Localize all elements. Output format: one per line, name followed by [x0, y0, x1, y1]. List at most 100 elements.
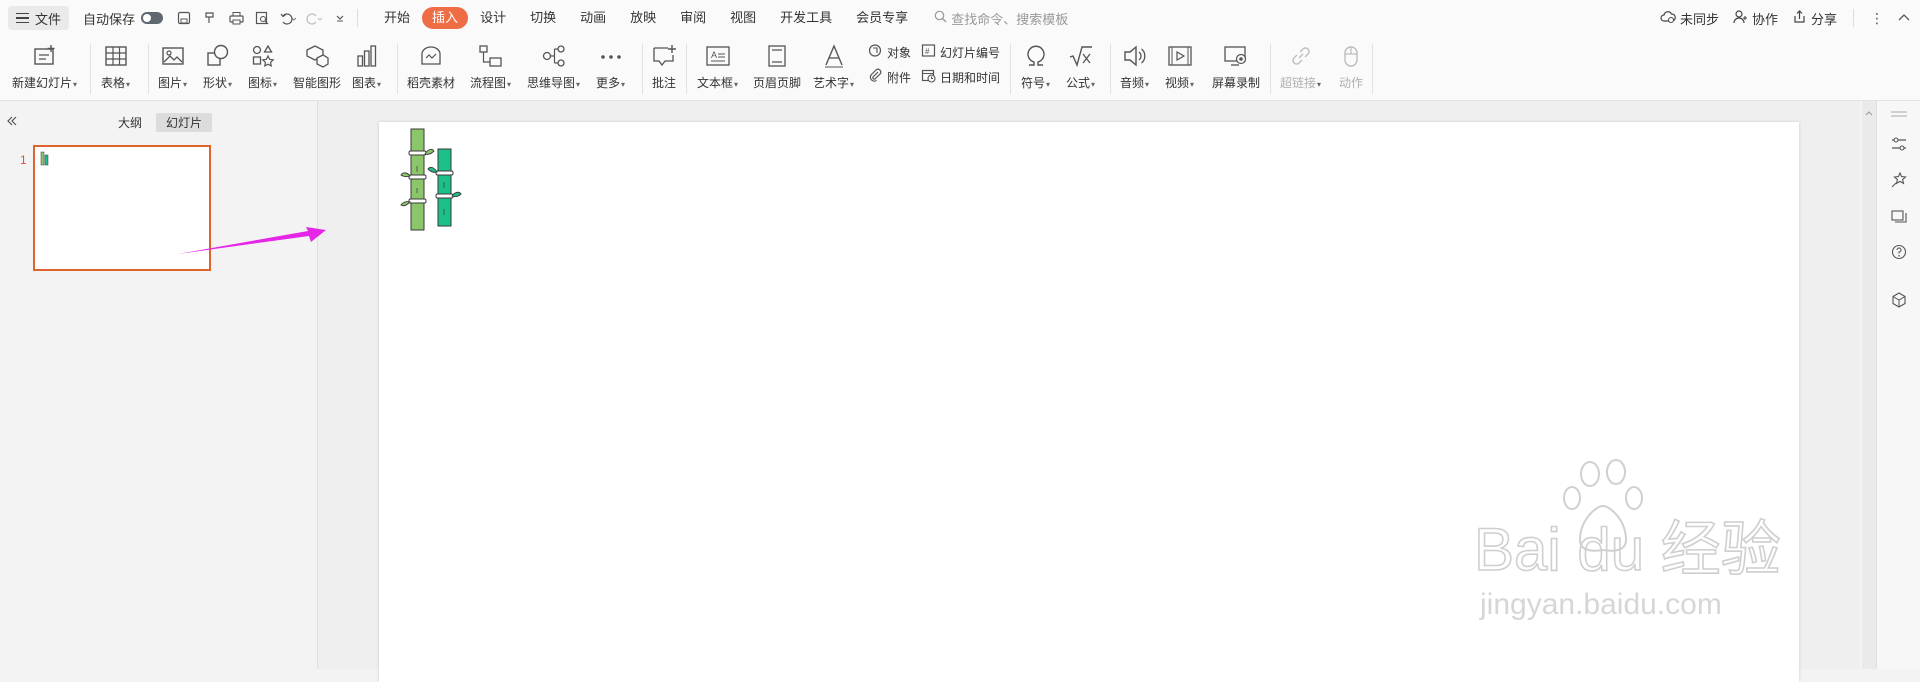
picture-button[interactable]: 图片	[158, 42, 187, 91]
object-button[interactable]: 对象	[868, 43, 911, 61]
tab-slides[interactable]: 幻灯片	[156, 113, 213, 132]
save-icon[interactable]	[175, 9, 193, 27]
chart-button[interactable]: 图表	[352, 42, 381, 91]
format-painter-icon[interactable]	[201, 9, 219, 27]
shape-button[interactable]: 形状	[203, 42, 232, 91]
symbol-label: 符号	[1021, 74, 1050, 91]
chart-label: 图表	[352, 74, 381, 91]
ribbon-divider	[1372, 44, 1373, 94]
package-cube-icon[interactable]	[1890, 291, 1908, 309]
slide-thumbnail[interactable]	[33, 145, 211, 271]
thumbnail-bamboo-icon	[40, 151, 49, 166]
collapse-ribbon-icon[interactable]	[1898, 11, 1910, 26]
tab-transition[interactable]: 切换	[518, 7, 568, 29]
docer-material-button[interactable]: 稻壳素材	[407, 42, 455, 91]
autosave-label: 自动保存	[83, 11, 136, 27]
picture-label: 图片	[158, 74, 187, 91]
print-preview-icon[interactable]	[253, 9, 271, 27]
properties-sliders-icon[interactable]	[1890, 135, 1908, 153]
wordart-button[interactable]: 艺术字	[813, 42, 854, 91]
file-menu-label: 文件	[35, 11, 62, 27]
right-task-pane-bar	[1876, 101, 1920, 669]
formula-button[interactable]: 公式	[1066, 42, 1095, 91]
table-icon	[104, 45, 128, 70]
sync-status-button[interactable]: 未同步	[1660, 9, 1719, 28]
datetime-button[interactable]: 日期和时间	[921, 68, 1000, 86]
hyperlink-button: 超链接	[1280, 42, 1321, 91]
smart-graphic-label: 智能图形	[293, 76, 342, 90]
more-button[interactable]: 更多	[596, 42, 625, 91]
transition-slides-icon[interactable]	[1890, 207, 1908, 225]
symbol-button[interactable]: 符号	[1021, 42, 1050, 91]
tab-view[interactable]: 视图	[718, 7, 768, 29]
tab-design[interactable]: 设计	[468, 7, 518, 29]
customize-quick-access-icon[interactable]	[331, 9, 349, 27]
slide-number-label: 幻灯片编号	[940, 45, 1001, 60]
video-icon	[1167, 44, 1193, 71]
autosave-control[interactable]: 自动保存	[83, 9, 164, 28]
ribbon-divider	[1110, 44, 1111, 94]
mindmap-label: 思维导图	[527, 74, 580, 91]
wordart-label: 艺术字	[813, 74, 854, 91]
ribbon-divider	[642, 44, 643, 94]
mindmap-button[interactable]: 思维导图	[527, 42, 580, 91]
share-button[interactable]: 分享	[1792, 9, 1837, 28]
textbox-button[interactable]: A 文本框	[697, 42, 738, 91]
collaborate-button[interactable]: 协作	[1733, 9, 1778, 28]
share-icon	[1792, 9, 1807, 27]
header-footer-button[interactable]: 页眉页脚	[753, 42, 801, 91]
menu-bar: 文件 自动保存 开始 插入 设计 切换 动画 放映 审阅 视图 开发工具 会员专…	[0, 0, 1920, 36]
icon-button[interactable]: 图标	[248, 42, 277, 91]
audio-label: 音频	[1120, 74, 1149, 91]
tab-member[interactable]: 会员专享	[844, 7, 920, 29]
vertical-scrollbar[interactable]	[1862, 101, 1876, 669]
screen-record-icon	[1223, 44, 1249, 71]
more-label: 更多	[596, 74, 625, 91]
tab-home[interactable]: 开始	[372, 7, 422, 29]
file-menu-button[interactable]: 文件	[8, 6, 70, 30]
ribbon-divider	[397, 44, 398, 94]
attachment-label: 附件	[887, 70, 912, 85]
link-icon	[1289, 44, 1313, 71]
menubar-right-divider	[1853, 9, 1854, 27]
table-button[interactable]: 表格	[101, 42, 130, 91]
video-button[interactable]: 视频	[1165, 42, 1194, 91]
formula-label: 公式	[1066, 74, 1095, 91]
slides-panel: 大纲 幻灯片 1	[0, 101, 318, 669]
print-icon[interactable]	[227, 9, 245, 27]
sync-status-label: 未同步	[1679, 11, 1719, 27]
bamboo-graphic[interactable]	[399, 126, 479, 246]
ribbon-divider	[148, 44, 149, 94]
flowchart-button[interactable]: 流程图	[470, 42, 511, 91]
ribbon-tabs: 开始 插入 设计 切换 动画 放映 审阅 视图 开发工具 会员专享	[372, 7, 920, 29]
textbox-label: 文本框	[697, 74, 738, 91]
collapse-panel-icon[interactable]	[6, 113, 18, 129]
new-slide-icon	[32, 44, 58, 71]
new-slide-button[interactable]: 新建幻灯片	[12, 42, 77, 91]
audio-button[interactable]: 音频	[1120, 42, 1149, 91]
slide-number-icon: #	[921, 43, 936, 61]
tab-outline[interactable]: 大纲	[108, 113, 152, 132]
command-search[interactable]: 查找命令、搜索模板	[934, 9, 1068, 28]
redo-icon[interactable]	[305, 9, 323, 27]
help-icon[interactable]	[1890, 243, 1908, 261]
autosave-toggle[interactable]	[141, 12, 164, 24]
wordart-icon	[822, 43, 846, 71]
tab-slideshow[interactable]: 放映	[618, 7, 668, 29]
tab-insert[interactable]: 插入	[422, 7, 469, 29]
watermark-url: jingyan.baidu.com	[1479, 588, 1722, 621]
icon-library-icon	[250, 44, 276, 71]
tab-animation[interactable]: 动画	[568, 7, 618, 29]
slide-number-button[interactable]: # 幻灯片编号	[921, 43, 1000, 61]
tab-review[interactable]: 审阅	[668, 7, 718, 29]
comment-button[interactable]: 批注	[651, 42, 677, 91]
more-options-icon[interactable]: ⋮	[1870, 10, 1884, 27]
smart-graphic-button[interactable]: 智能图形	[293, 42, 341, 91]
undo-icon[interactable]	[279, 9, 297, 27]
search-icon	[934, 10, 947, 26]
flowchart-label: 流程图	[470, 74, 511, 91]
animation-star-icon[interactable]	[1890, 171, 1908, 189]
tab-developer[interactable]: 开发工具	[768, 7, 844, 29]
screen-record-button[interactable]: 屏幕录制	[1212, 42, 1260, 91]
attachment-button[interactable]: 附件	[868, 68, 911, 86]
